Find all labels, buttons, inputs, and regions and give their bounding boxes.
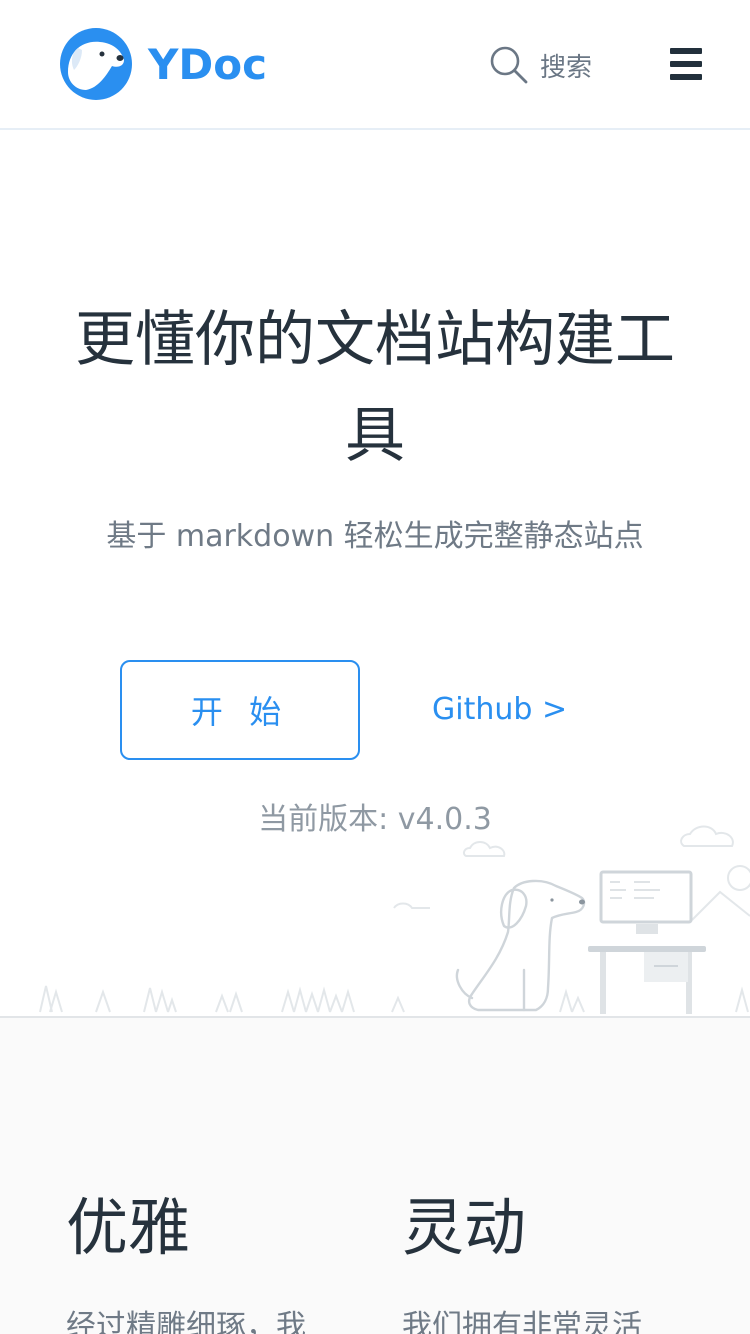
feature-desc-flexible: 我们拥有非常灵活: [402, 1309, 642, 1334]
features-section: [0, 1016, 750, 1334]
brand-logo-link[interactable]: YDoc: [58, 26, 267, 102]
feature-desc-elegant: 经过精雕细琢，我: [66, 1309, 306, 1334]
github-link[interactable]: Github >: [432, 688, 567, 732]
search-button[interactable]: 搜索: [488, 42, 592, 88]
hamburger-menu-button[interactable]: [668, 46, 704, 82]
search-icon: [490, 46, 528, 84]
hero-subtitle: 基于 markdown 轻松生成完整静态站点: [106, 519, 644, 554]
dog-logo-icon: [60, 28, 132, 100]
dog-desk-illustration: [39, 825, 750, 1014]
hero-title: 更懂你的文档站构建工具: [75, 305, 675, 471]
feature-title-flexible: 灵动: [402, 1191, 527, 1264]
menu-bar-icon: [670, 48, 702, 54]
search-label: 搜索: [540, 52, 593, 83]
menu-bar-icon: [670, 61, 702, 67]
brand-name: YDoc: [148, 39, 268, 89]
feature-title-elegant: 优雅: [66, 1191, 191, 1264]
menu-bar-icon: [670, 74, 702, 80]
start-button[interactable]: 开 始: [120, 660, 360, 760]
page: YDoc 搜索 更懂你的文档站构建工具 基于 markdown 轻松生成完整静态…: [0, 0, 750, 1334]
top-navbar: YDoc 搜索: [0, 0, 750, 130]
